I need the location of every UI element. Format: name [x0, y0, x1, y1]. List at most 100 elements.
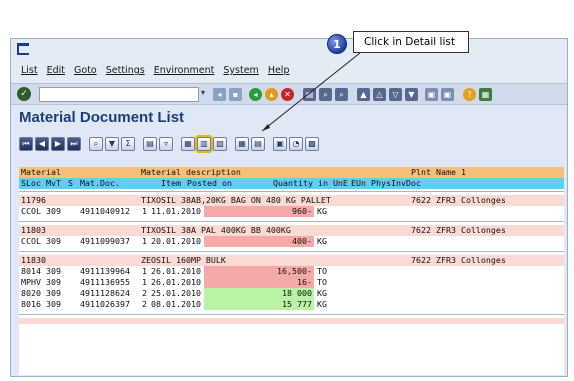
filter-icon[interactable]: ▼ [105, 137, 119, 151]
plant-name: 7622 ZFR3 Collonges [411, 255, 506, 265]
material-description: TIXOSIL 38A PAL 400KG BB 400KG [141, 225, 291, 235]
col-material-description: Material description [141, 167, 241, 177]
document-row[interactable]: 8016 309 4911026397 2 08.01.2010 15 777 … [19, 299, 564, 310]
next-item-icon[interactable]: ▶ [51, 137, 65, 151]
unit: KG [317, 236, 327, 246]
enter-check-icon[interactable]: ✓ [17, 87, 31, 101]
word-processing-icon[interactable]: ▤ [251, 137, 265, 151]
local-file-icon[interactable]: ▣ [273, 137, 287, 151]
mat-doc: 4911026397 [80, 299, 130, 309]
col-quantity: Quantity in UnE [273, 178, 348, 188]
spreadsheet-icon[interactable]: ▦ [235, 137, 249, 151]
standard-toolbar: ✓ ▾ ◂ ▪ ◂ ▴ ✕ ▤ ⌕ ⌕ ▲ △ ▽ ▼ ▣ ▣ ? ▦ [11, 83, 567, 105]
back-arrow-icon[interactable]: ◂ [213, 88, 226, 101]
previous-page-icon[interactable]: △ [373, 88, 386, 101]
save-icon[interactable]: ▪ [229, 88, 242, 101]
material-document-list: Material Material description Plnt Name … [19, 167, 564, 375]
sum-icon[interactable]: Σ [121, 137, 135, 151]
sloc: 8016 [21, 299, 41, 309]
layout-menu-icon[interactable]: ▦ [479, 88, 492, 101]
item: 1 [142, 266, 147, 276]
separator [19, 221, 564, 222]
posted-on: 25.01.2010 [151, 288, 201, 298]
material-description: ZEOSIL 160MP BULK [141, 255, 226, 265]
print-icon[interactable]: ▤ [303, 88, 316, 101]
first-page-icon[interactable]: ▲ [357, 88, 370, 101]
command-dropdown-icon[interactable]: ▾ [201, 88, 205, 97]
col-mvt: MvT [46, 178, 61, 188]
mat-doc: 4911136955 [80, 277, 130, 287]
mvt: 309 [46, 206, 61, 216]
detail-list-icon[interactable]: ▥ [195, 135, 213, 153]
graphic-icon[interactable]: ▩ [305, 137, 319, 151]
sort-icon[interactable]: ▿ [159, 137, 173, 151]
col-posted-on: Posted on [187, 178, 232, 188]
command-field[interactable] [39, 87, 199, 102]
sloc: 8020 [21, 288, 41, 298]
menu-items: List Edit Goto Settings Environment Syst… [21, 65, 289, 76]
step-number-badge: 1 [327, 34, 347, 54]
material-description: TIXOSIL 38AB,20KG BAG ON 480 KG PALLET [141, 195, 331, 205]
col-phys-inv-doc: PhysInvDoc [371, 178, 421, 188]
mvt: 309 [46, 299, 61, 309]
choose-layout-icon[interactable]: ▧ [213, 137, 227, 151]
new-session-icon[interactable]: ▣ [425, 88, 438, 101]
details-icon[interactable]: ⌕ [89, 137, 103, 151]
material-number: 11803 [21, 225, 46, 235]
material-row[interactable]: 11803 TIXOSIL 38A PAL 400KG BB 400KG 762… [19, 225, 564, 236]
document-row[interactable]: CCOL 309 4911040912 1 11.01.2010 960- KG [19, 206, 564, 217]
menu-edit[interactable]: Edit [47, 65, 65, 76]
shortcut-icon[interactable]: ▣ [441, 88, 454, 101]
system-menu-icon[interactable] [17, 43, 29, 55]
last-item-icon[interactable]: ⏭ [67, 137, 81, 151]
next-page-icon[interactable]: ▽ [389, 88, 402, 101]
item: 2 [142, 299, 147, 309]
document-row[interactable]: CCOL 309 4911099037 1 20.01.2010 400- KG [19, 236, 564, 247]
back-icon[interactable]: ◂ [249, 88, 262, 101]
quantity: 15 777 [204, 299, 314, 310]
posted-on: 26.01.2010 [151, 277, 201, 287]
change-layout-icon[interactable]: ▦ [181, 137, 195, 151]
document-row[interactable]: 8014 309 4911139964 1 26.01.2010 16,500-… [19, 266, 564, 277]
menu-settings[interactable]: Settings [106, 65, 145, 76]
find-icon[interactable]: ⌕ [319, 88, 332, 101]
document-row[interactable]: MPHV 309 4911136955 1 26.01.2010 16- TO [19, 277, 564, 288]
menu-system[interactable]: System [223, 65, 258, 76]
cancel-icon[interactable]: ✕ [281, 88, 294, 101]
plant-name: 7622 ZFR3 Collonges [411, 195, 506, 205]
separator [19, 314, 564, 315]
last-page-icon[interactable]: ▼ [405, 88, 418, 101]
mat-doc: 4911099037 [80, 236, 130, 246]
mvt: 309 [46, 277, 61, 287]
material-row-partial[interactable] [19, 318, 564, 324]
menu-help[interactable]: Help [268, 65, 290, 76]
menu-goto[interactable]: Goto [74, 65, 97, 76]
help-icon[interactable]: ? [463, 88, 476, 101]
mat-doc: 4911139964 [80, 266, 130, 276]
page-title: Material Document List [19, 109, 185, 126]
mvt: 309 [46, 236, 61, 246]
exit-icon[interactable]: ▴ [265, 88, 278, 101]
menu-list[interactable]: List [21, 65, 38, 76]
previous-item-icon[interactable]: ◀ [35, 137, 49, 151]
quantity: 18 000 [204, 288, 314, 299]
menu-environment[interactable]: Environment [154, 65, 215, 76]
material-row[interactable]: 11796 TIXOSIL 38AB,20KG BAG ON 480 KG PA… [19, 195, 564, 206]
col-s: S [68, 178, 73, 188]
print-preview-icon[interactable]: ▤ [143, 137, 157, 151]
first-item-icon[interactable]: ⏮ [19, 137, 33, 151]
document-row[interactable]: 8020 309 4911128624 2 25.01.2010 18 000 … [19, 288, 564, 299]
item: 2 [142, 288, 147, 298]
sloc: MPHV [21, 277, 41, 287]
abc-analysis-icon[interactable]: ◔ [289, 137, 303, 151]
sloc: 8014 [21, 266, 41, 276]
sloc: CCOL [21, 236, 41, 246]
mvt: 309 [46, 266, 61, 276]
mat-doc: 4911040912 [80, 206, 130, 216]
material-row[interactable]: 11830 ZEOSIL 160MP BULK 7622 ZFR3 Collon… [19, 255, 564, 266]
col-plant-name: Plnt Name 1 [411, 167, 466, 177]
find-next-icon[interactable]: ⌕ [335, 88, 348, 101]
unit: KG [317, 206, 327, 216]
callout-box: Click in Detail list [353, 31, 469, 53]
list-header-1: Material Material description Plnt Name … [19, 167, 564, 178]
